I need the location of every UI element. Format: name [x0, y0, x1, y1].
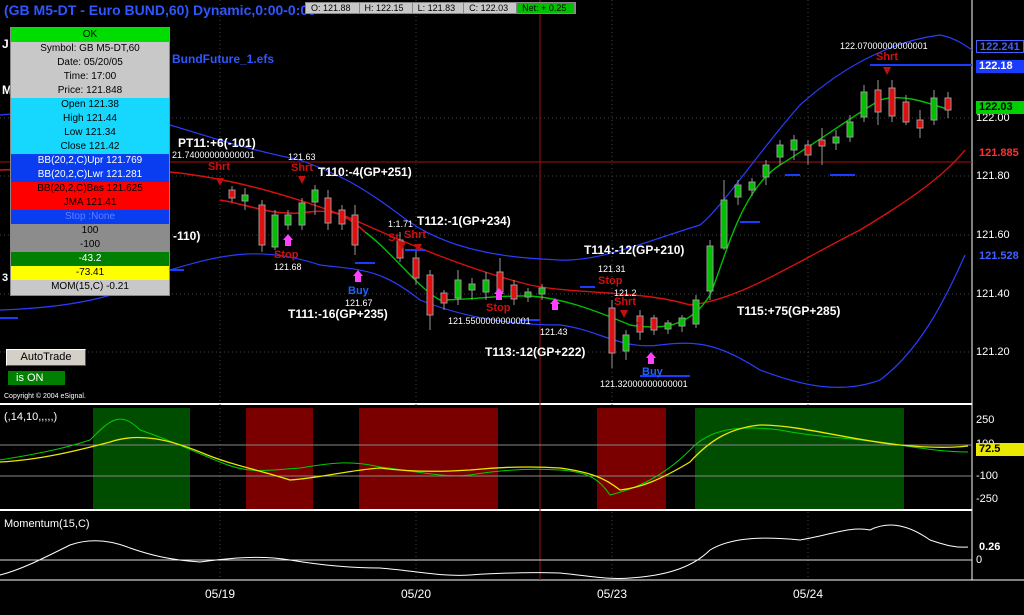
lower-band-price-tag: 121.528 — [976, 250, 1024, 263]
ohlc-net: Net: + 0.25 — [517, 3, 576, 13]
data-window-open: Open 121.38 — [11, 98, 169, 112]
price-label: 121.5500000000001 — [448, 316, 531, 326]
price-label: 121.43 — [540, 327, 568, 337]
date-axis-label: 05/20 — [401, 587, 432, 601]
osc-green-zone-1 — [93, 408, 190, 509]
data-window-stop: Stop :None — [11, 210, 169, 224]
price-label: 21.74000000000001 — [172, 150, 255, 160]
data-window-osc-yellow: -73.41 — [11, 266, 169, 280]
trade-label-t111: T111:-16(GP+235) — [288, 307, 388, 321]
price-label: 121.67 — [345, 298, 373, 308]
data-window-close: Close 121.42 — [11, 140, 169, 154]
signal-short: Shrt — [614, 296, 636, 308]
osc-green-zone-2 — [695, 408, 904, 509]
osc-value-tag: 72.5 — [976, 443, 1024, 456]
momentum-line — [0, 524, 969, 580]
ohlc-open: O: 121.88 — [306, 3, 360, 13]
mom-value-tag: 0.26 — [976, 541, 1024, 554]
stop-price-tag: 122.18 — [976, 60, 1024, 73]
upper-band-price-tag: 122.241 — [976, 40, 1024, 53]
price-label: 1:1.71 — [388, 219, 414, 229]
autotrade-button[interactable]: AutoTrade — [6, 349, 86, 366]
data-window-jma: JMA 121.41 — [11, 196, 169, 210]
data-window-osc-upper: 100 — [11, 224, 169, 238]
price-axis-tick: 121.80 — [976, 170, 1010, 182]
chart-title: (GB M5-DT - Euro BUND,60) Dynamic,0:00-0… — [4, 2, 316, 18]
price-label: 121.68 — [274, 262, 302, 272]
data-window-bb-lower: BB(20,2,C)Lwr 121.281 — [11, 168, 169, 182]
price-axis-tick: 121.60 — [976, 229, 1010, 241]
signal-short: Shrt — [876, 51, 898, 63]
price-label: 121.31 — [598, 264, 626, 274]
trade-label-t114: T114:-12(GP+210) — [584, 243, 685, 257]
partial-label-110: -110) — [173, 229, 201, 243]
last-price-tag: 122.03 — [976, 101, 1024, 114]
osc-axis-tick: 250 — [976, 414, 995, 426]
copyright: Copyright © 2004 eSignal. — [4, 393, 86, 400]
data-window-osc-lower: -100 — [11, 238, 169, 252]
data-window-price: Price: 121.848 — [11, 84, 169, 98]
signal-stop: St — [388, 232, 399, 244]
data-window-high: High 121.44 — [11, 112, 169, 126]
trade-label-t112: T112:-1(GP+234) — [417, 214, 511, 228]
signal-buy: Buy — [642, 366, 663, 378]
mom-axis-tick: 0 — [976, 554, 983, 566]
osc-red-zone-3 — [597, 408, 666, 509]
signal-short: Shrt — [404, 229, 426, 241]
date-axis-label: 05/24 — [793, 587, 824, 601]
partial-label-3: 3 — [2, 272, 9, 284]
price-axis-tick: 121.40 — [976, 288, 1010, 300]
data-window-bb-upper: BB(20,2,C)Upr 121.769 — [11, 154, 169, 168]
data-window-date: Date: 05/20/05 — [11, 56, 169, 70]
osc-red-zone-2 — [359, 408, 498, 509]
basis-price-tag: 121.885 — [976, 147, 1024, 160]
autotrade-status: is ON — [8, 371, 65, 385]
osc-axis-tick: -250 — [976, 493, 999, 505]
jma-line — [364, 96, 951, 328]
trade-label-t115: T115:+75(GP+285) — [737, 304, 841, 318]
data-window-osc-green: -43.2 — [11, 252, 169, 266]
momentum-title: Momentum(15,C) — [4, 518, 90, 530]
ohlc-high: H: 122.15 — [360, 3, 413, 13]
trade-label-t113: T113:-12(GP+222) — [485, 345, 586, 359]
osc-axis-tick: -100 — [976, 470, 999, 482]
data-window-momentum: MOM(15,C) -0.21 — [11, 280, 169, 294]
data-window-low: Low 121.34 — [11, 126, 169, 140]
oscillator-title: (,14,10,,,,,) — [4, 411, 58, 423]
data-window-time: Time: 17:00 — [11, 70, 169, 84]
date-axis-label: 05/19 — [205, 587, 236, 601]
signal-short: Shrt — [291, 162, 313, 174]
ohlc-bar: O: 121.88 H: 122.15 L: 121.83 C: 122.03 … — [305, 2, 577, 14]
data-window-symbol: Symbol: GB M5-DT,60 — [11, 42, 169, 56]
price-label: 121.63 — [288, 152, 316, 162]
signal-short: Shrt — [208, 161, 230, 173]
efs-file-label: BundFuture_1.efs — [172, 52, 275, 66]
trade-label-pt11: PT11:+6(-101) — [178, 136, 256, 150]
data-window-status: OK — [11, 28, 169, 42]
trade-label-t110: T110:-4(GP+251) — [318, 165, 412, 179]
date-axis-label: 05/23 — [597, 587, 628, 601]
price-axis-tick: 121.20 — [976, 346, 1010, 358]
data-window: OK Symbol: GB M5-DT,60 Date: 05/20/05 Ti… — [10, 27, 170, 296]
data-window-bb-basis: BB(20,2,C)Bas 121.625 — [11, 182, 169, 196]
price-label: 122.07000000000001 — [840, 41, 928, 51]
osc-red-zone-1 — [246, 408, 313, 509]
ohlc-low: L: 121.83 — [413, 3, 465, 13]
partial-label-j: J — [2, 37, 9, 51]
signal-stop: Stop — [598, 275, 623, 287]
ohlc-close: C: 122.03 — [464, 3, 518, 13]
signal-stop: Stop — [274, 249, 299, 261]
price-label: 121.32000000000001 — [600, 379, 688, 389]
signal-buy: Buy — [348, 285, 369, 297]
signal-stop: Stop — [486, 302, 511, 314]
